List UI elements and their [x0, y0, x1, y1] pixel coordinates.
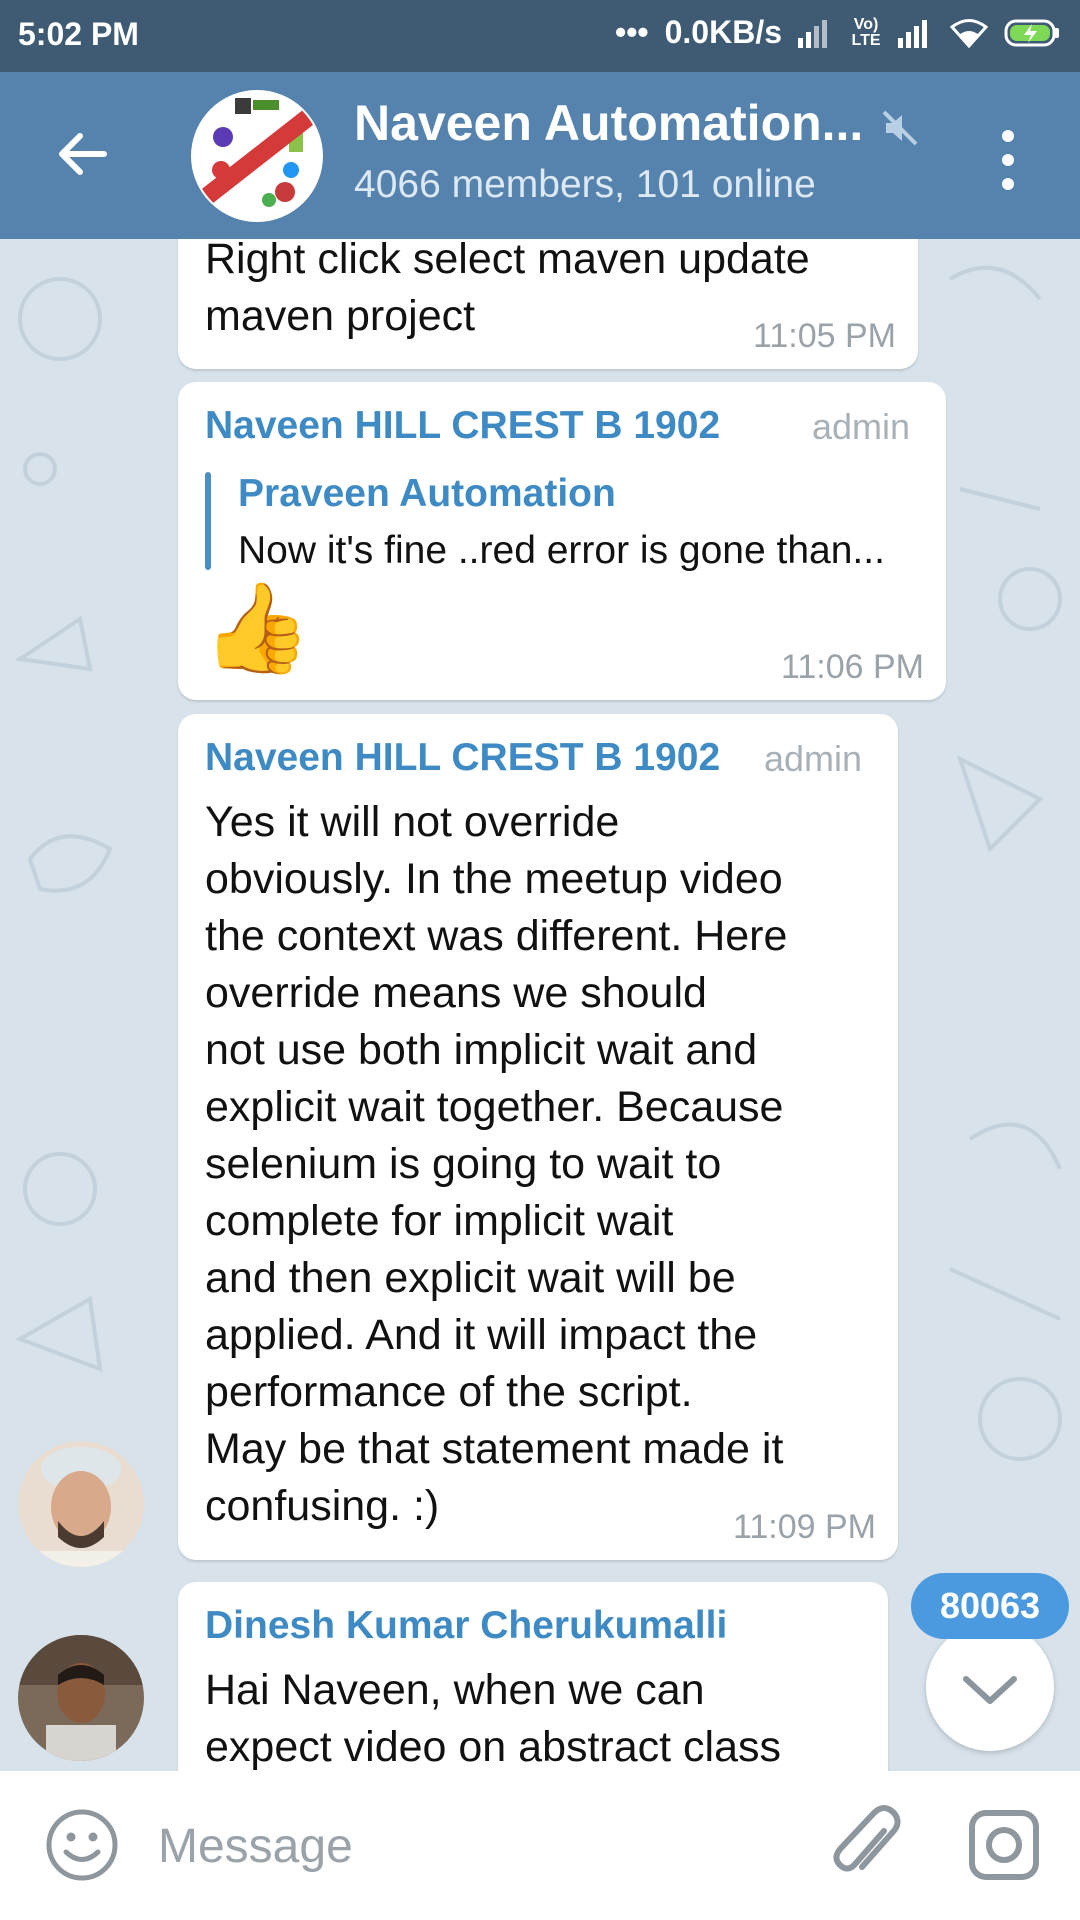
- message-time: 11:09 PM: [732, 1508, 876, 1546]
- message-bubble[interactable]: Right click select maven update maven pr…: [178, 239, 918, 369]
- more-vertical-icon[interactable]: [998, 128, 1018, 192]
- volte-label: Vo) LTE: [851, 15, 881, 49]
- admin-badge: admin: [764, 738, 863, 779]
- message-time: 11:06 PM: [780, 648, 924, 686]
- camera-icon[interactable]: [966, 1807, 1042, 1883]
- network-speed: 0.0KB/s: [664, 14, 782, 50]
- sender-name[interactable]: Dinesh Kumar Cherukumalli: [205, 1604, 727, 1648]
- more-notifications-icon: •••: [615, 14, 649, 50]
- avatar-photo: [18, 1635, 144, 1761]
- message-text: Yes it will not override obviously. In t…: [205, 798, 788, 1530]
- message-input[interactable]: [156, 1809, 780, 1883]
- chevron-down-icon: [963, 1676, 1017, 1704]
- avatar-photo: [18, 1441, 144, 1567]
- signal-icon: [798, 19, 827, 48]
- volte-icon: Vo) LTE: [850, 15, 882, 49]
- chat-header: Naveen Automation... 4066 members, 101 o…: [0, 72, 1080, 239]
- sender-avatar[interactable]: [18, 1635, 144, 1761]
- admin-badge: admin: [812, 406, 911, 447]
- wifi-icon: [950, 18, 988, 48]
- sender-name[interactable]: Naveen HILL CREST B 1902: [205, 404, 720, 448]
- reply-quote-bar: [205, 472, 211, 570]
- group-title[interactable]: Naveen Automation...: [354, 94, 863, 152]
- signal-icon-2: [898, 19, 927, 48]
- message-bubble[interactable]: Naveen HILL CREST B 1902 admin Yes it wi…: [178, 714, 898, 1560]
- chat-messages-area[interactable]: Right click select maven update maven pr…: [0, 239, 1080, 1771]
- status-bar: 5:02 PM ••• 0.0KB/s Vo) LTE: [0, 0, 1080, 72]
- group-member-count: 4066 members, 101 online: [354, 163, 816, 206]
- message-text: Hai Naveen, when we can expect video on …: [205, 1666, 782, 1771]
- message-bubble[interactable]: Naveen HILL CREST B 1902 admin Praveen A…: [178, 382, 946, 700]
- message-input-bar: [0, 1771, 1080, 1920]
- status-time: 5:02 PM: [18, 16, 139, 52]
- back-arrow-icon[interactable]: [52, 124, 112, 184]
- muted-speaker-icon: [882, 110, 918, 146]
- unread-count-badge: 80063: [911, 1573, 1069, 1639]
- group-logo-image: [193, 92, 321, 220]
- message-time: 11:05 PM: [752, 317, 896, 355]
- message-bubble[interactable]: Dinesh Kumar Cherukumalli Hai Naveen, wh…: [178, 1582, 888, 1771]
- group-avatar[interactable]: [191, 90, 323, 222]
- sender-name[interactable]: Naveen HILL CREST B 1902: [205, 736, 720, 780]
- scroll-to-bottom-button[interactable]: [926, 1623, 1054, 1751]
- reply-sender-name[interactable]: Praveen Automation: [238, 472, 616, 516]
- reply-snippet[interactable]: Now it's fine ..red error is gone than..…: [238, 529, 885, 573]
- sender-avatar[interactable]: [18, 1441, 144, 1567]
- message-text: Right click select maven update maven pr…: [205, 239, 810, 340]
- emoji-icon[interactable]: [44, 1807, 120, 1883]
- thumbs-up-emoji: 👍: [202, 578, 312, 677]
- status-icons: ••• 0.0KB/s Vo) LTE: [615, 14, 1060, 51]
- paperclip-icon[interactable]: [826, 1801, 906, 1891]
- battery-charging-icon: [1004, 19, 1059, 46]
